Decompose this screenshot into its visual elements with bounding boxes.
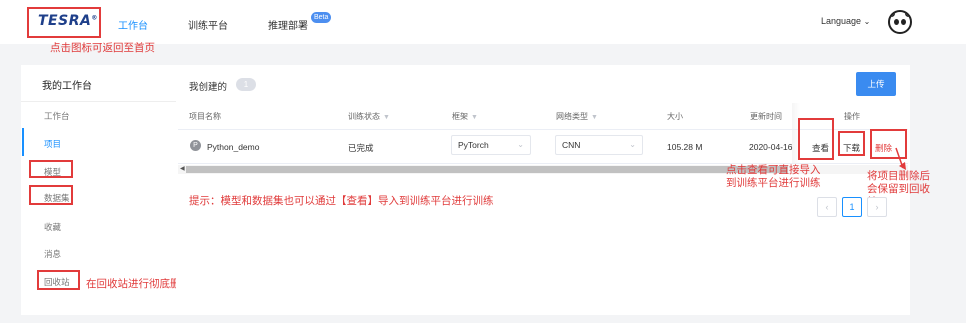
avatar-eye-left (894, 19, 899, 25)
delete-arrow-icon (895, 147, 906, 170)
view-highlight-box (798, 118, 834, 160)
chevron-down-icon: ⌄ (629, 140, 636, 149)
sidebar-item-workbench[interactable]: 工作台 (44, 110, 70, 122)
sidebar-divider (21, 101, 176, 102)
pagination-prev-button[interactable]: ‹ (817, 197, 837, 217)
sidebar-active-indicator (22, 128, 24, 156)
recycle-bin-highlight-box (37, 270, 80, 290)
sidebar-item-favorites[interactable]: 收藏 (44, 221, 61, 233)
sidebar-item-projects[interactable]: 项目 (44, 138, 61, 150)
framework-value: PyTorch (458, 140, 489, 150)
logo-annotation: 点击图标可返回至首页 (50, 42, 155, 54)
col-network-label: 网络类型 (556, 112, 588, 121)
nav-training-platform[interactable]: 训练平台 (188, 17, 228, 32)
col-header-updated: 更新时间 (750, 112, 782, 121)
project-name[interactable]: Python_demo (207, 142, 259, 152)
sidebar-title: 我的工作台 (42, 81, 92, 92)
col-name-label: 项目名称 (189, 112, 221, 121)
tip-annotation: 提示：模型和数据集也可以通过【查看】导入到训练平台进行训练 (189, 195, 494, 207)
avatar-eye-right (901, 19, 906, 25)
sidebar-item-messages[interactable]: 消息 (44, 248, 61, 260)
logo-highlight-box (27, 7, 101, 38)
project-size: 105.28 M (667, 142, 703, 152)
avatar[interactable] (888, 10, 912, 34)
avatar-ear-left (890, 12, 895, 17)
pagination-next-button[interactable]: › (867, 197, 887, 217)
count-badge: 1 (236, 78, 256, 91)
col-framework-label: 框架 (452, 112, 468, 121)
language-label: Language (821, 16, 862, 26)
filter-icon[interactable]: ▼ (471, 114, 478, 121)
view-annotation: 点击查看可直接导入到训练平台进行训练 (726, 164, 821, 189)
nav-workbench[interactable]: 工作台 (118, 17, 148, 32)
language-selector[interactable]: Language ⌄ (821, 16, 870, 26)
col-header-actions: 操作 (844, 112, 860, 121)
project-icon: P (190, 140, 201, 151)
chevron-down-icon: ⌄ (517, 140, 524, 149)
framework-select[interactable]: PyTorch ⌄ (451, 135, 531, 155)
beta-badge: Beta (311, 12, 332, 23)
scrollbar-thumb[interactable] (186, 166, 788, 173)
updated-time: 2020-04-16 (749, 142, 793, 152)
pagination-page-1[interactable]: 1 (842, 197, 862, 217)
filter-icon[interactable]: ▼ (591, 114, 598, 121)
page-title: 我创建的 (189, 82, 228, 93)
col-header-status[interactable]: 训练状态 ▼ (348, 111, 390, 122)
chevron-down-icon: ⌄ (863, 17, 871, 26)
datasets-highlight-box (29, 185, 73, 205)
network-value: CNN (562, 140, 581, 150)
network-select[interactable]: CNN ⌄ (555, 135, 643, 155)
col-header-name: 项目名称 (189, 111, 221, 122)
models-highlight-box (29, 160, 73, 178)
upload-button[interactable]: 上传 (856, 72, 896, 96)
download-highlight-box (838, 131, 865, 156)
nav-inference-deploy[interactable]: 推理部署 (268, 17, 308, 32)
scroll-left-icon[interactable]: ◀ (180, 165, 185, 172)
col-header-size: 大小 (667, 112, 683, 121)
col-header-network[interactable]: 网络类型 ▼ (556, 111, 598, 122)
training-status: 已完成 (348, 143, 374, 153)
filter-icon[interactable]: ▼ (383, 114, 390, 121)
col-header-framework[interactable]: 框架 ▼ (452, 111, 478, 122)
col-status-label: 训练状态 (348, 112, 380, 121)
